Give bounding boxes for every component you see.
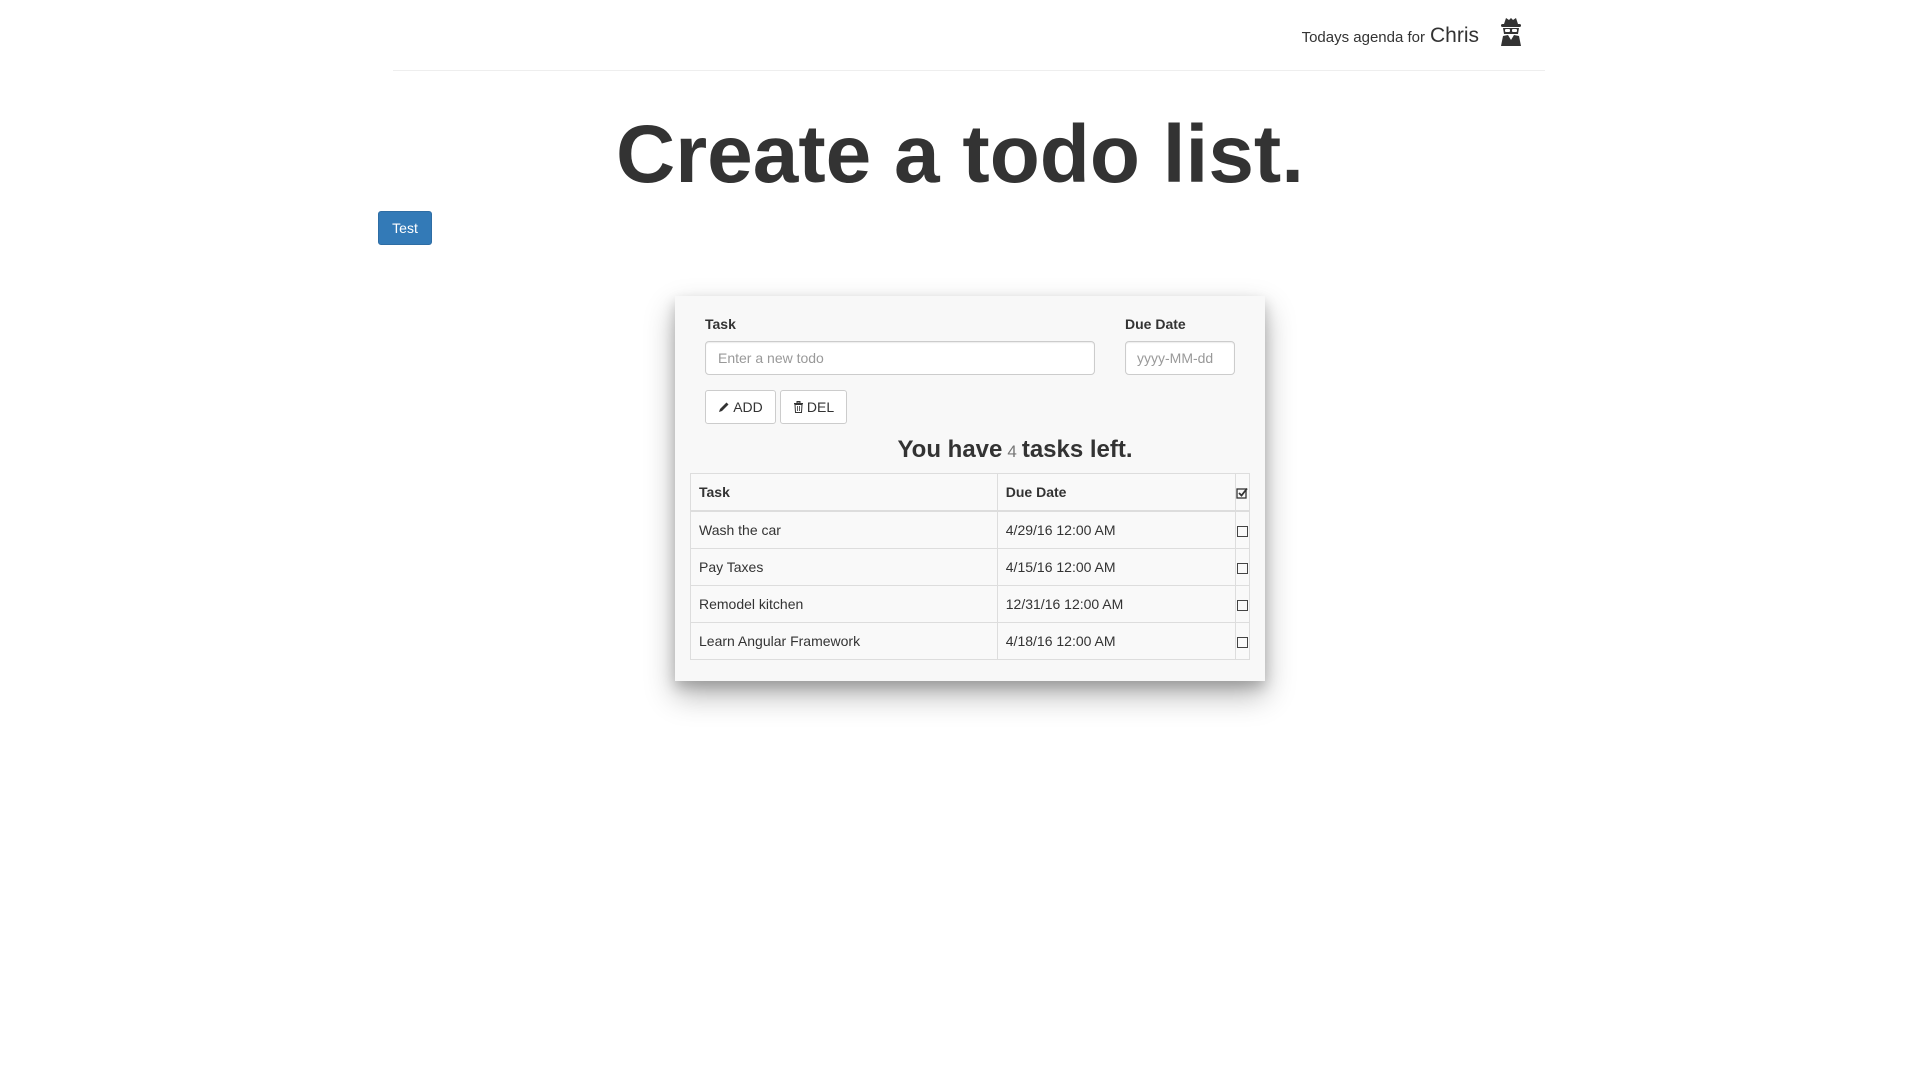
due-date-cell: 4/15/16 12:00 AM <box>996 548 1236 586</box>
column-header-task: Task <box>690 473 998 512</box>
task-cell: Wash the car <box>690 510 998 549</box>
check-square-icon <box>1236 484 1248 500</box>
done-checkbox[interactable] <box>1236 525 1248 537</box>
due-date-input[interactable] <box>1125 341 1235 375</box>
tasks-left-summary: You have 4 tasks left. <box>675 436 1265 464</box>
page-title: Create a todo list. <box>615 109 1305 200</box>
done-checkbox[interactable] <box>1236 599 1248 611</box>
trash-icon <box>793 401 804 413</box>
add-button-label: ADD <box>733 399 763 415</box>
done-cell <box>1234 622 1251 660</box>
done-cell <box>1234 585 1251 623</box>
spy-agent-icon <box>1497 16 1525 48</box>
task-label: Task <box>705 316 736 332</box>
table-row: Pay Taxes 4/15/16 12:00 AM <box>690 548 1251 586</box>
summary-prefix: You have <box>897 436 1003 463</box>
done-checkbox[interactable] <box>1236 636 1248 648</box>
task-cell: Pay Taxes <box>690 548 998 586</box>
due-date-cell: 4/29/16 12:00 AM <box>996 510 1236 549</box>
agenda-prefix: Todays agenda for <box>1301 29 1425 46</box>
summary-suffix: tasks left. <box>1021 436 1133 463</box>
task-cell: Remodel kitchen <box>690 585 998 623</box>
pencil-icon <box>718 401 730 413</box>
delete-button-label: DEL <box>806 399 835 415</box>
done-cell <box>1234 548 1251 586</box>
due-date-cell: 4/18/16 12:00 AM <box>996 622 1236 660</box>
done-checkbox[interactable] <box>1236 562 1248 574</box>
todo-panel: Task Due Date ADD DEL You have4tasks lef… <box>675 296 1265 681</box>
task-cell: Learn Angular Framework <box>690 622 998 660</box>
column-header-due-date: Due Date <box>996 473 1236 512</box>
tasks-left-count: 4 <box>1007 442 1017 461</box>
table-row: Wash the car 4/29/16 12:00 AM <box>690 510 1251 549</box>
top-header: Todays agenda for Chris <box>393 0 1545 71</box>
column-header-done <box>1234 473 1251 512</box>
add-button[interactable]: ADD <box>705 390 776 424</box>
due-date-label: Due Date <box>1125 316 1186 332</box>
agenda-greeting: Todays agenda for Chris <box>1302 24 1479 48</box>
task-table: Task Due Date Wash the car 4/29/16 12:00… <box>690 473 1251 660</box>
due-date-cell: 12/31/16 12:00 AM <box>996 585 1236 623</box>
table-header-row: Task Due Date <box>690 473 1251 512</box>
delete-button[interactable]: DEL <box>780 390 847 424</box>
task-input[interactable] <box>705 341 1095 375</box>
user-name: Chris <box>1429 24 1479 47</box>
table-row: Remodel kitchen 12/31/16 12:00 AM <box>690 585 1251 623</box>
test-button[interactable]: Test <box>378 211 432 245</box>
done-cell <box>1234 510 1251 549</box>
table-row: Learn Angular Framework 4/18/16 12:00 AM <box>690 622 1251 660</box>
